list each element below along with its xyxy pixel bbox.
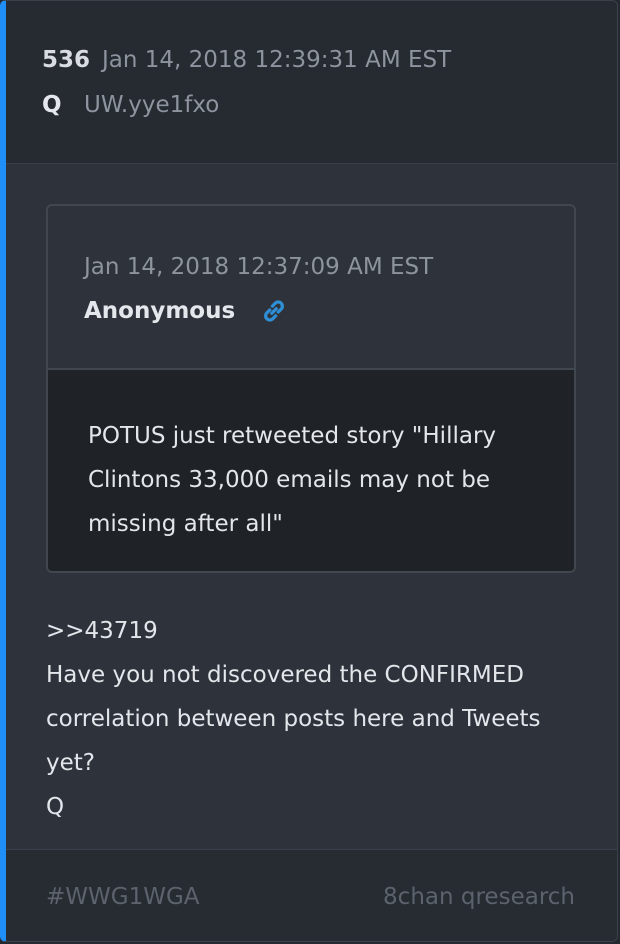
post-timestamp: Jan 14, 2018 12:39:31 AM EST [102,47,452,73]
quoted-post-body: POTUS just retweeted story "Hillary Clin… [48,370,574,571]
quoted-post: Jan 14, 2018 12:37:09 AM EST Anonymous P… [46,204,576,573]
quoted-post-header: Jan 14, 2018 12:37:09 AM EST Anonymous [48,206,574,370]
post-body-line: Have you not discovered the CONFIRMED [46,662,524,688]
post-body-line: yet? [46,750,95,776]
post-number[interactable]: 536 [42,47,90,73]
post-signature: Q [46,794,65,820]
hashtag: #WWG1WGA [46,884,200,910]
post-body: >>43719 Have you not discovered the CONF… [46,609,586,829]
post-footer: #WWG1WGA 8chan qresearch [6,849,617,941]
quoted-post-timestamp: Jan 14, 2018 12:37:09 AM EST [84,254,434,280]
post-header: 536 Jan 14, 2018 12:39:31 AM EST Q UW.yy… [6,1,617,164]
post-body-line: correlation between posts here and Tweet… [46,706,541,732]
link-icon[interactable] [259,296,289,326]
post-author: Q [42,92,62,118]
post-source: 8chan qresearch [383,884,575,910]
quoted-post-text: POTUS just retweeted story "Hillary Clin… [88,423,497,537]
reply-reference-link[interactable]: >>43719 [46,609,586,653]
post-card: 536 Jan 14, 2018 12:39:31 AM EST Q UW.yy… [0,0,618,942]
quoted-post-author: Anonymous [84,298,236,324]
post-tripcode: UW.yye1fxo [84,92,220,118]
